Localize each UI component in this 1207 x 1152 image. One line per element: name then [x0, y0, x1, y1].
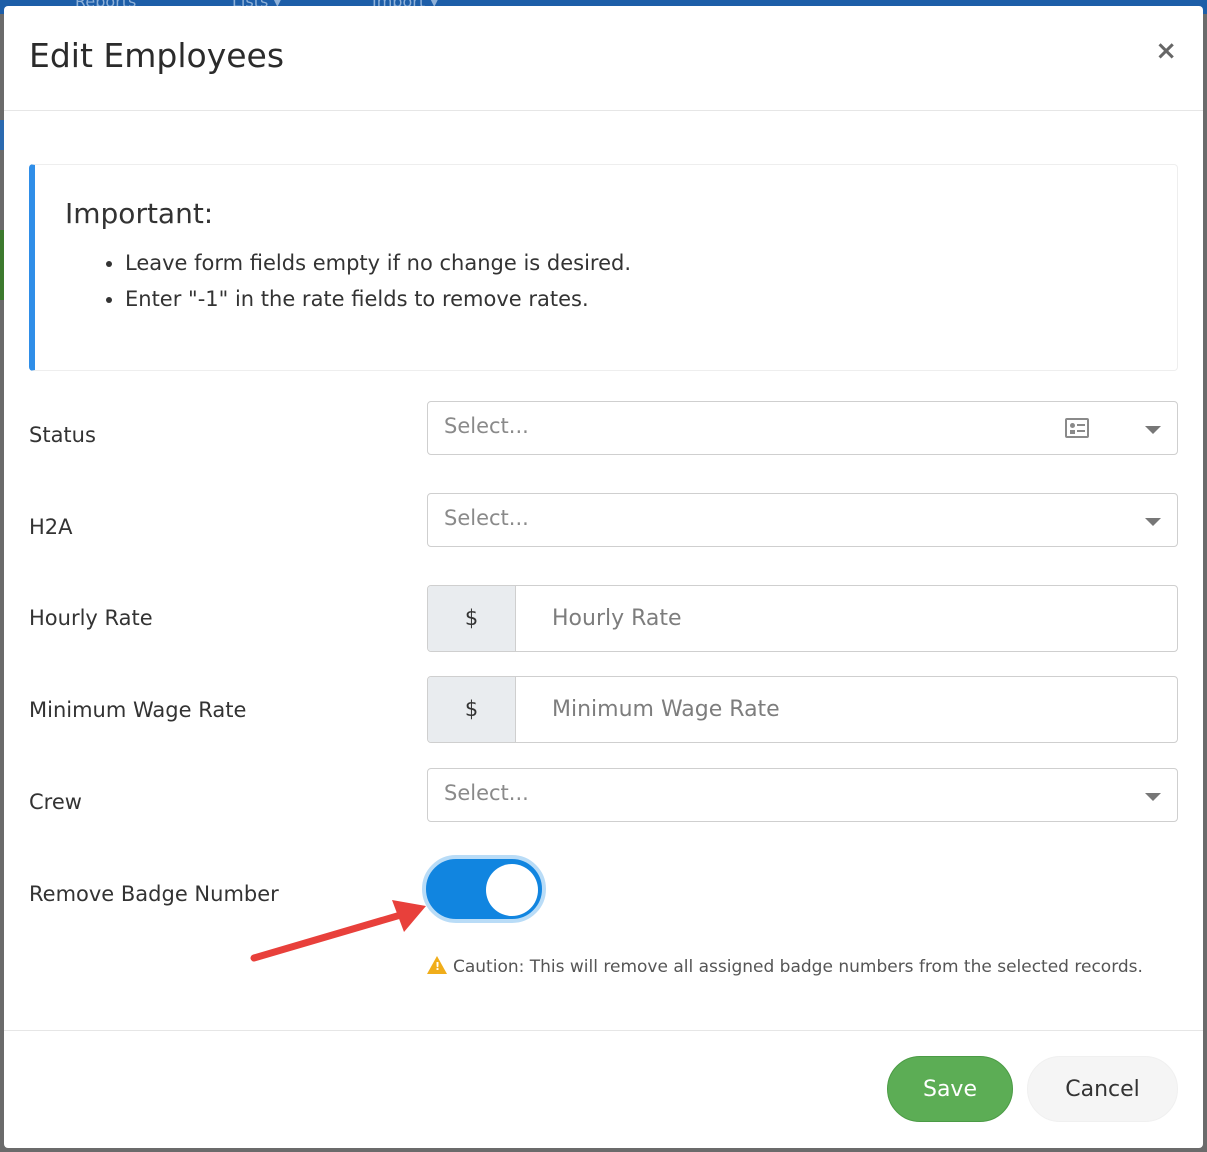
min-wage-rate-input[interactable] [516, 677, 1176, 742]
hourly-rate-group: $ [427, 585, 1178, 652]
min-wage-rate-label: Minimum Wage Rate [29, 698, 247, 722]
crew-select[interactable]: Select... [427, 768, 1178, 822]
callout-list: Leave form fields empty if no change is … [65, 245, 631, 317]
hourly-rate-label: Hourly Rate [29, 606, 153, 630]
chevron-down-icon [1145, 426, 1161, 434]
caution-text: Caution: This will remove all assigned b… [453, 957, 1143, 977]
currency-addon: $ [428, 677, 516, 742]
crew-label: Crew [29, 790, 82, 814]
modal-title: Edit Employees [29, 36, 285, 75]
crew-placeholder: Select... [444, 781, 529, 805]
save-button[interactable]: Save [887, 1056, 1013, 1122]
modal-footer-divider [4, 1030, 1203, 1031]
edit-employees-modal: Edit Employees × Important: Leave form f… [4, 6, 1203, 1148]
callout-item: Leave form fields empty if no change is … [125, 245, 631, 281]
currency-addon: $ [428, 586, 516, 651]
h2a-select[interactable]: Select... [427, 493, 1178, 547]
id-card-icon [1065, 418, 1089, 438]
hourly-rate-input[interactable] [516, 586, 1176, 651]
status-select[interactable]: Select... [427, 401, 1178, 455]
min-wage-rate-group: $ [427, 676, 1178, 743]
remove-badge-label: Remove Badge Number [29, 882, 279, 906]
cancel-button[interactable]: Cancel [1027, 1056, 1178, 1122]
callout-item: Enter "-1" in the rate fields to remove … [125, 281, 631, 317]
modal-header: Edit Employees × [4, 6, 1203, 111]
status-placeholder: Select... [444, 414, 529, 438]
close-button[interactable]: × [1155, 36, 1177, 66]
annotation-arrow-icon [250, 900, 426, 962]
chevron-down-icon [1145, 793, 1161, 801]
chevron-down-icon [1145, 518, 1161, 526]
important-callout: Important: Leave form fields empty if no… [29, 164, 1178, 371]
callout-title: Important: [65, 197, 214, 230]
h2a-placeholder: Select... [444, 506, 529, 530]
caution-message: ! Caution: This will remove all assigned … [427, 956, 1143, 977]
h2a-label: H2A [29, 515, 73, 539]
status-label: Status [29, 423, 96, 447]
toggle-knob [486, 864, 538, 916]
